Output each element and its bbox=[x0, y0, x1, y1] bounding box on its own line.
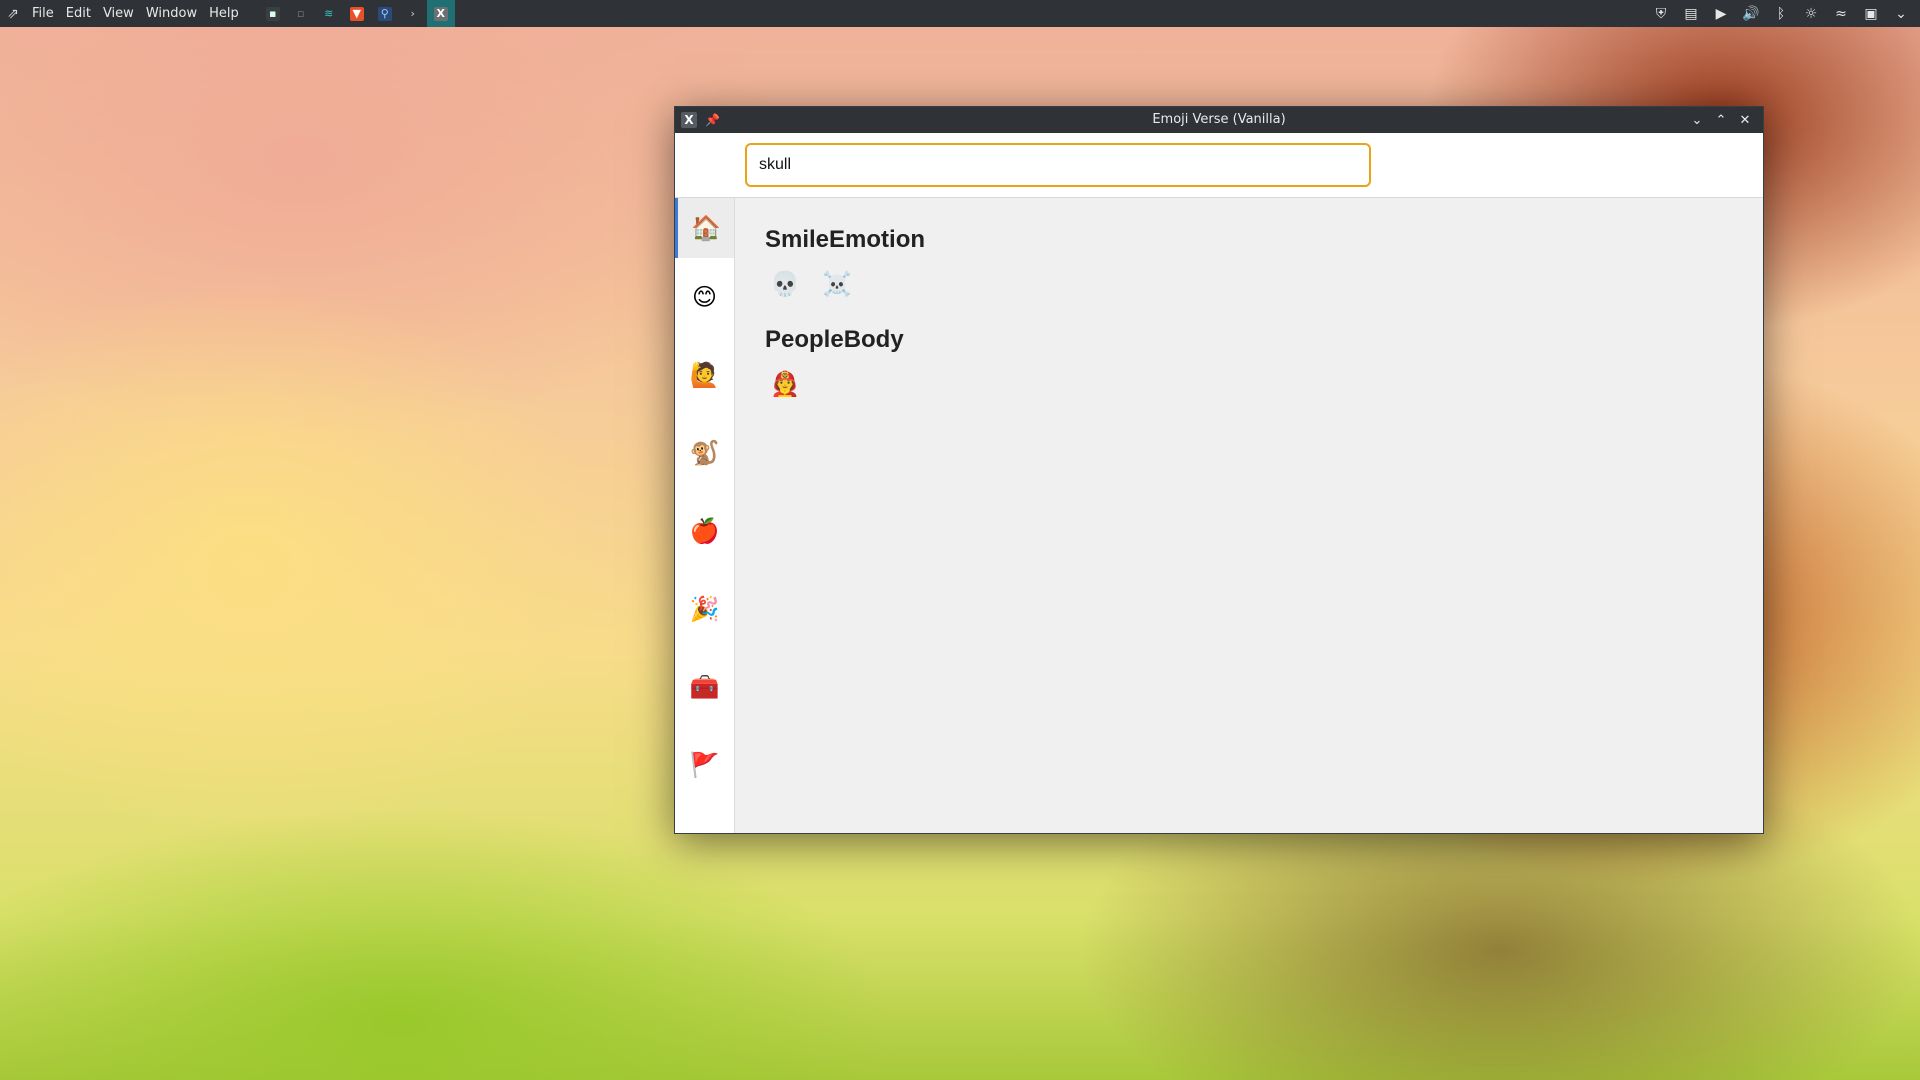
task-terminal[interactable]: ▪ bbox=[259, 0, 287, 27]
search-input[interactable] bbox=[745, 143, 1371, 187]
wifi-icon[interactable]: ≈ bbox=[1826, 0, 1856, 27]
emoji-grid-people-body: 🧑‍🚒 bbox=[765, 364, 1733, 404]
menu-edit[interactable]: Edit bbox=[60, 0, 97, 27]
app-launcher-icon[interactable]: ⇗ bbox=[0, 0, 26, 27]
emoji-verse-icon: X bbox=[433, 6, 448, 21]
terminal-icon: ▪ bbox=[265, 6, 280, 21]
task-console[interactable]: › bbox=[399, 0, 427, 27]
sidebar-item-activities[interactable]: 🎉 bbox=[675, 570, 734, 648]
sidebar-item-people[interactable]: 🙋 bbox=[675, 336, 734, 414]
sidebar-item-flags[interactable]: 🚩 bbox=[675, 726, 734, 804]
clipboard-icon[interactable]: ▤ bbox=[1676, 0, 1706, 27]
sidebar-item-food[interactable]: 🍎 bbox=[675, 492, 734, 570]
document-icon: ▫ bbox=[296, 6, 305, 20]
remote-icon: ⚲ bbox=[377, 6, 392, 21]
results-panel: SmileEmotion 💀 ☠️ PeopleBody 🧑‍🚒 bbox=[735, 198, 1763, 833]
task-document[interactable]: ▫ bbox=[287, 0, 315, 27]
chevron-down-icon[interactable]: ⌄ bbox=[1886, 0, 1916, 27]
system-tray: ⛨ ▤ ▶ 🔊 ᛒ ☼ ≈ ▣ ⌄ bbox=[1646, 0, 1916, 27]
brave-icon: ▼ bbox=[349, 6, 364, 21]
task-emoji-verse[interactable]: X bbox=[426, 0, 455, 27]
window-titlebar[interactable]: Emoji Verse (Vanilla) X 📌 ⌄ ⌃ ✕ bbox=[675, 107, 1763, 133]
sidebar-item-home[interactable]: 🏠 bbox=[675, 198, 734, 258]
top-panel: ⇗ File Edit View Window Help ▪ ▫ ≋ ▼ ⚲ ›… bbox=[0, 0, 1920, 27]
brightness-icon[interactable]: ☼ bbox=[1796, 0, 1826, 27]
volume-icon[interactable]: 🔊 bbox=[1736, 0, 1766, 27]
menu-window[interactable]: Window bbox=[140, 0, 203, 27]
shield-icon[interactable]: ⛨ bbox=[1646, 0, 1676, 27]
category-sidebar: 🏠 😊 🙋 🐒 🍎 🎉 🧰 🚩 bbox=[675, 198, 735, 833]
bluetooth-icon[interactable]: ᛒ bbox=[1766, 0, 1796, 27]
emoji-skull-crossbones[interactable]: ☠️ bbox=[817, 264, 857, 304]
minimize-button[interactable]: ⌄ bbox=[1685, 107, 1709, 133]
menu-help[interactable]: Help bbox=[203, 0, 245, 27]
task-files[interactable]: ≋ bbox=[315, 0, 343, 27]
sidebar-item-objects[interactable]: 🧰 bbox=[675, 648, 734, 726]
app-icon[interactable]: X bbox=[681, 112, 697, 128]
emoji-skull[interactable]: 💀 bbox=[765, 264, 805, 304]
main-body: 🏠 😊 🙋 🐒 🍎 🎉 🧰 🚩 SmileEmotion 💀 ☠️ People… bbox=[675, 198, 1763, 833]
console-icon: › bbox=[410, 6, 415, 20]
close-button[interactable]: ✕ bbox=[1733, 107, 1757, 133]
group-title-people-body: PeopleBody bbox=[765, 326, 904, 353]
taskbar: ▪ ▫ ≋ ▼ ⚲ › X bbox=[259, 0, 455, 27]
menu-file[interactable]: File bbox=[26, 0, 60, 27]
search-bar bbox=[675, 133, 1763, 198]
emoji-firefighter[interactable]: 🧑‍🚒 bbox=[765, 364, 805, 404]
group-title-smile-emotion: SmileEmotion bbox=[765, 226, 926, 253]
emoji-grid-smile-emotion: 💀 ☠️ bbox=[765, 264, 1733, 304]
display-icon[interactable]: ▣ bbox=[1856, 0, 1886, 27]
pin-icon[interactable]: 📌 bbox=[705, 113, 720, 127]
maximize-button[interactable]: ⌃ bbox=[1709, 107, 1733, 133]
sidebar-item-animals[interactable]: 🐒 bbox=[675, 414, 734, 492]
media-play-icon[interactable]: ▶ bbox=[1706, 0, 1736, 27]
window-title: Emoji Verse (Vanilla) bbox=[1152, 112, 1286, 127]
task-brave[interactable]: ▼ bbox=[343, 0, 371, 27]
sidebar-item-smileys[interactable]: 😊 bbox=[675, 258, 734, 336]
menu-view[interactable]: View bbox=[97, 0, 140, 27]
task-remote[interactable]: ⚲ bbox=[371, 0, 399, 27]
emoji-verse-window: Emoji Verse (Vanilla) X 📌 ⌄ ⌃ ✕ 🏠 😊 🙋 🐒 … bbox=[674, 106, 1764, 834]
files-icon: ≋ bbox=[324, 6, 334, 20]
